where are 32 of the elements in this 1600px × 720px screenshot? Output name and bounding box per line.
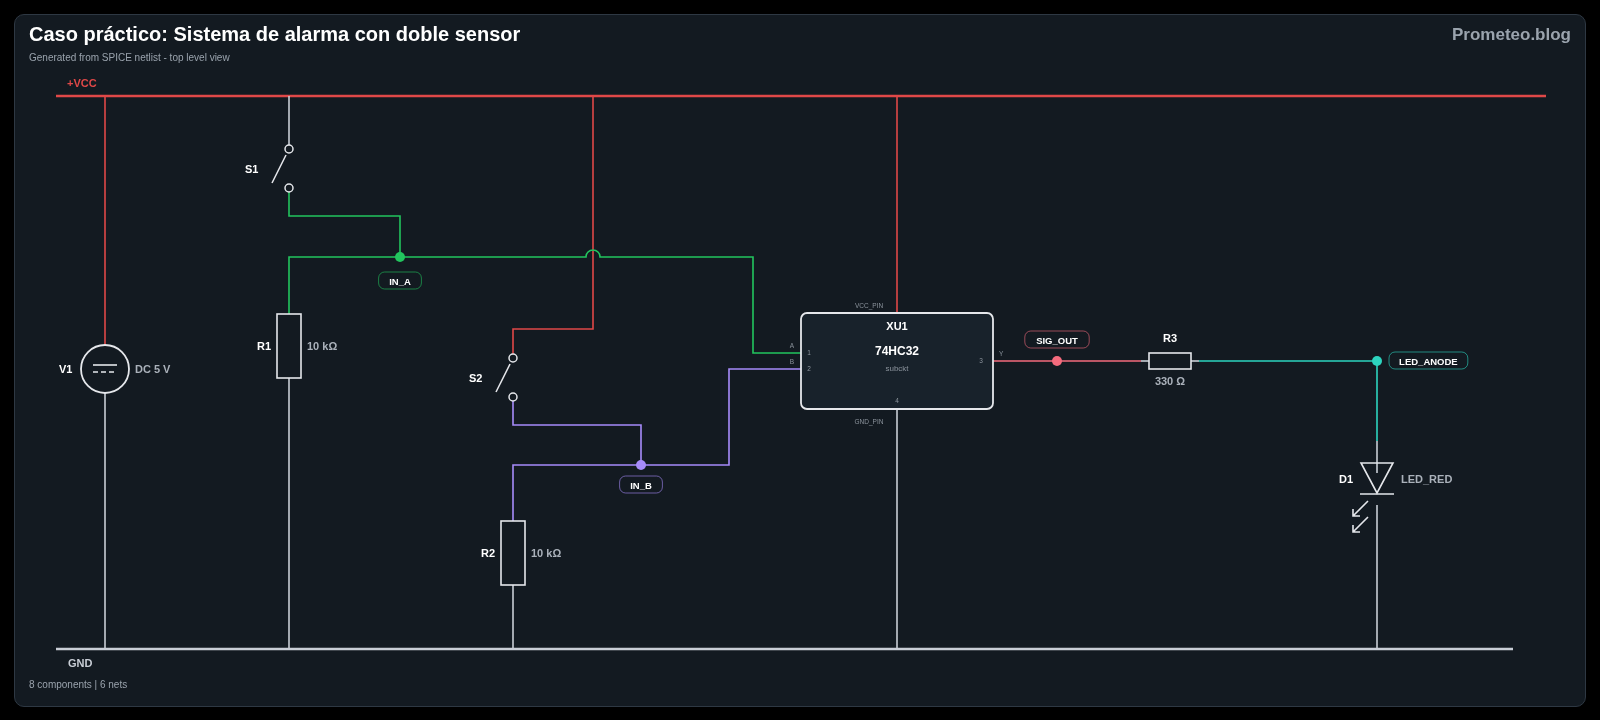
component-ref: S1 bbox=[245, 163, 259, 175]
resistor-symbol bbox=[500, 520, 526, 586]
net-label: SIG_OUT bbox=[1024, 330, 1090, 349]
component-value: LED_RED bbox=[1401, 473, 1453, 485]
brand-name: Prometeo.blog bbox=[1452, 25, 1571, 45]
rail-label: +VCC bbox=[67, 77, 97, 89]
component-value: 74HC32 bbox=[875, 344, 919, 358]
component-ref: R2 bbox=[481, 547, 496, 559]
switch-symbol bbox=[271, 144, 294, 193]
component-ref: V1 bbox=[59, 363, 73, 375]
net-label: IN_A bbox=[378, 271, 422, 290]
schematic-title: Caso práctico: Sistema de alarma con doble sensor bbox=[29, 23, 521, 46]
voltage-source-symbol bbox=[80, 344, 130, 394]
schematic-subtitle: Generated from SPICE netlist - top level view bbox=[29, 52, 231, 63]
component-ref: D1 bbox=[1339, 473, 1354, 485]
resistor-symbol bbox=[1148, 352, 1192, 370]
component-value: 10 kΩ bbox=[307, 340, 338, 352]
component-ref: R1 bbox=[257, 340, 272, 352]
component-value: 10 kΩ bbox=[531, 547, 562, 559]
net-label: LED_ANODE bbox=[1388, 351, 1469, 370]
footer-stats: 8 components | 6 nets bbox=[28, 679, 129, 690]
component-value: 330 Ω bbox=[1154, 375, 1186, 387]
led-symbol bbox=[1352, 462, 1395, 533]
net-label: IN_B bbox=[619, 475, 663, 494]
component-ref: XU1 bbox=[886, 320, 908, 332]
component-ref: R3 bbox=[1162, 332, 1178, 344]
component-ref: S2 bbox=[469, 372, 483, 384]
component-model: subckt bbox=[885, 364, 909, 373]
rail-label: GND bbox=[68, 657, 93, 669]
component-value: DC 5 V bbox=[135, 363, 171, 375]
switch-symbol bbox=[495, 353, 518, 402]
resistor-symbol bbox=[276, 313, 302, 379]
